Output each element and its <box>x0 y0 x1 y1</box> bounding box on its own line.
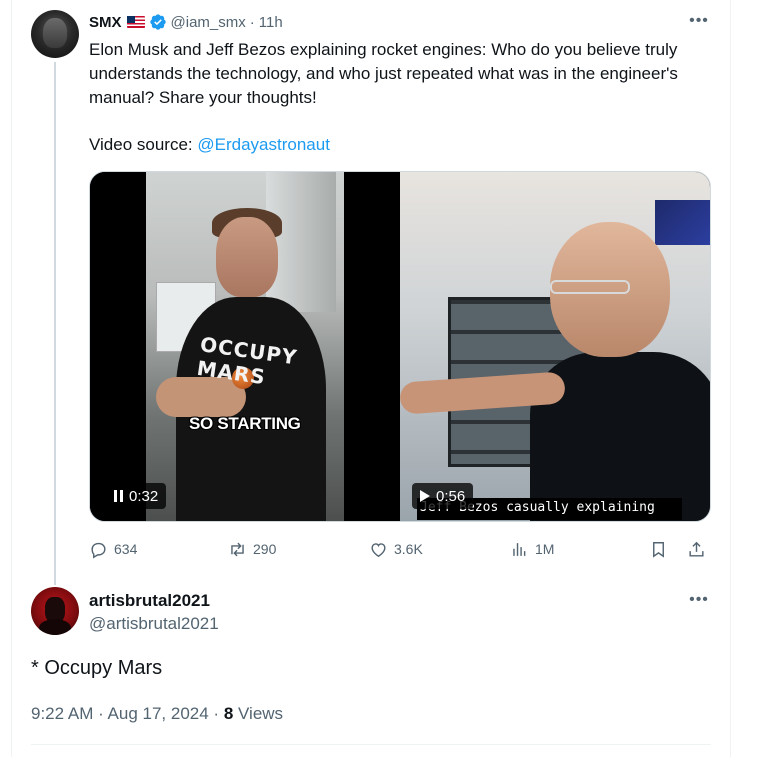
video-player-right[interactable]: Jeff Bezos casually explaining 0:56 <box>400 172 710 521</box>
video-timestamp-right[interactable]: 0:56 <box>412 483 474 509</box>
more-options-button[interactable]: ••• <box>688 11 710 31</box>
video-time-left: 0:32 <box>129 487 159 505</box>
thread-connector-line <box>54 62 56 585</box>
reply-time[interactable]: 9:22 AM <box>31 704 93 723</box>
divider <box>31 744 711 745</box>
analytics-icon <box>513 542 526 556</box>
repost-button[interactable]: 290 <box>228 536 276 562</box>
reply-icon <box>91 542 106 559</box>
tweet-text: Elon Musk and Jeff Bezos explaining rock… <box>89 38 709 110</box>
reply-date[interactable]: Aug 17, 2024 <box>108 704 209 723</box>
reply-avatar-body <box>39 619 71 635</box>
tweet-actions: 634 290 3.6K 1M <box>89 536 714 562</box>
reply-meta: 9:22 AM · Aug 17, 2024 · 8 Views <box>31 703 283 725</box>
avatar-face <box>43 18 67 48</box>
video-caption: SO STARTING <box>189 414 301 433</box>
more-icon: ••• <box>689 12 709 29</box>
meta-separator: · <box>93 704 108 723</box>
play-icon[interactable] <box>420 490 430 502</box>
bookmark-button[interactable] <box>649 536 668 562</box>
author-name[interactable]: SMX <box>89 14 122 31</box>
reply-views-count: 8 <box>223 704 234 723</box>
reply-views-label: Views <box>238 704 284 723</box>
reply-button[interactable]: 634 <box>89 536 137 562</box>
bookmark-icon <box>653 541 664 558</box>
meta-separator: · <box>208 704 224 723</box>
tweet-header: SMX @iam_smx · 11h <box>89 12 283 32</box>
share-icon <box>689 541 704 557</box>
more-icon: ••• <box>689 591 709 608</box>
tweet-body: Elon Musk and Jeff Bezos explaining rock… <box>89 40 678 107</box>
heart-icon <box>371 542 386 557</box>
views-button[interactable]: 1M <box>510 536 554 562</box>
author-handle[interactable]: @iam_smx <box>171 14 246 31</box>
repost-icon <box>231 542 244 556</box>
video-source-line: Video source: @Erdayastronaut <box>89 133 330 157</box>
like-button[interactable]: 3.6K <box>369 536 423 562</box>
repost-count: 290 <box>253 541 277 557</box>
tweet-time[interactable]: 11h <box>259 14 283 31</box>
pause-icon[interactable] <box>114 490 123 502</box>
reply-more-options-button[interactable]: ••• <box>688 590 710 610</box>
separator-dot: · <box>249 13 255 31</box>
video-player-left[interactable]: OCCUPY MARS SO STARTING 0:32 <box>90 172 398 521</box>
video-timestamp-left[interactable]: 0:32 <box>106 483 167 509</box>
video-time-right: 0:56 <box>436 487 466 505</box>
reply-avatar[interactable] <box>31 587 79 635</box>
share-button[interactable] <box>687 536 706 562</box>
views-count: 1M <box>535 541 555 557</box>
reply-count: 634 <box>114 541 138 557</box>
verified-badge-icon <box>149 14 166 30</box>
reply-header: artisbrutal2021 @artisbrutal2021 <box>89 590 219 635</box>
reply-author-handle[interactable]: @artisbrutal2021 <box>89 613 219 635</box>
video-frame-left: OCCUPY MARS <box>146 172 344 521</box>
reply-author-name[interactable]: artisbrutal2021 <box>89 590 219 612</box>
us-flag-icon <box>126 16 145 28</box>
reply-text: * Occupy Mars <box>31 657 163 679</box>
video-source-label: Video source: <box>89 135 198 154</box>
video-source-link[interactable]: @Erdayastronaut <box>197 135 330 154</box>
like-count: 3.6K <box>394 541 423 557</box>
avatar[interactable] <box>31 10 79 58</box>
media-container: OCCUPY MARS SO STARTING 0:32 Jeff Bezos … <box>89 171 711 522</box>
